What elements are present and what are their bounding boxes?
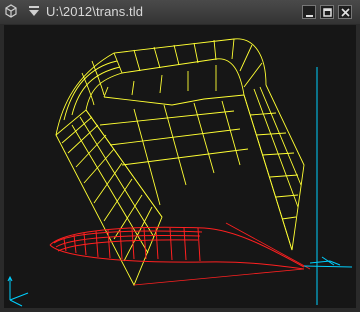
minimize-button[interactable] (302, 5, 316, 19)
triad-icon (7, 275, 29, 307)
minimize-icon (306, 15, 313, 17)
window-title: U:\2012\trans.tld (46, 4, 144, 19)
maximize-button[interactable] (320, 5, 334, 19)
title-bar[interactable]: U:\2012\trans.tld (0, 0, 360, 24)
close-button[interactable] (338, 5, 352, 19)
cube-icon[interactable] (4, 4, 18, 18)
origin-axis-icon (303, 67, 353, 305)
app-window: U:\2012\trans.tld (0, 0, 360, 312)
menu-arrow-icon[interactable] (28, 4, 40, 18)
3d-viewport[interactable] (4, 25, 356, 308)
base-curve (49, 222, 311, 286)
maximize-icon (323, 8, 332, 17)
close-icon (341, 8, 350, 17)
